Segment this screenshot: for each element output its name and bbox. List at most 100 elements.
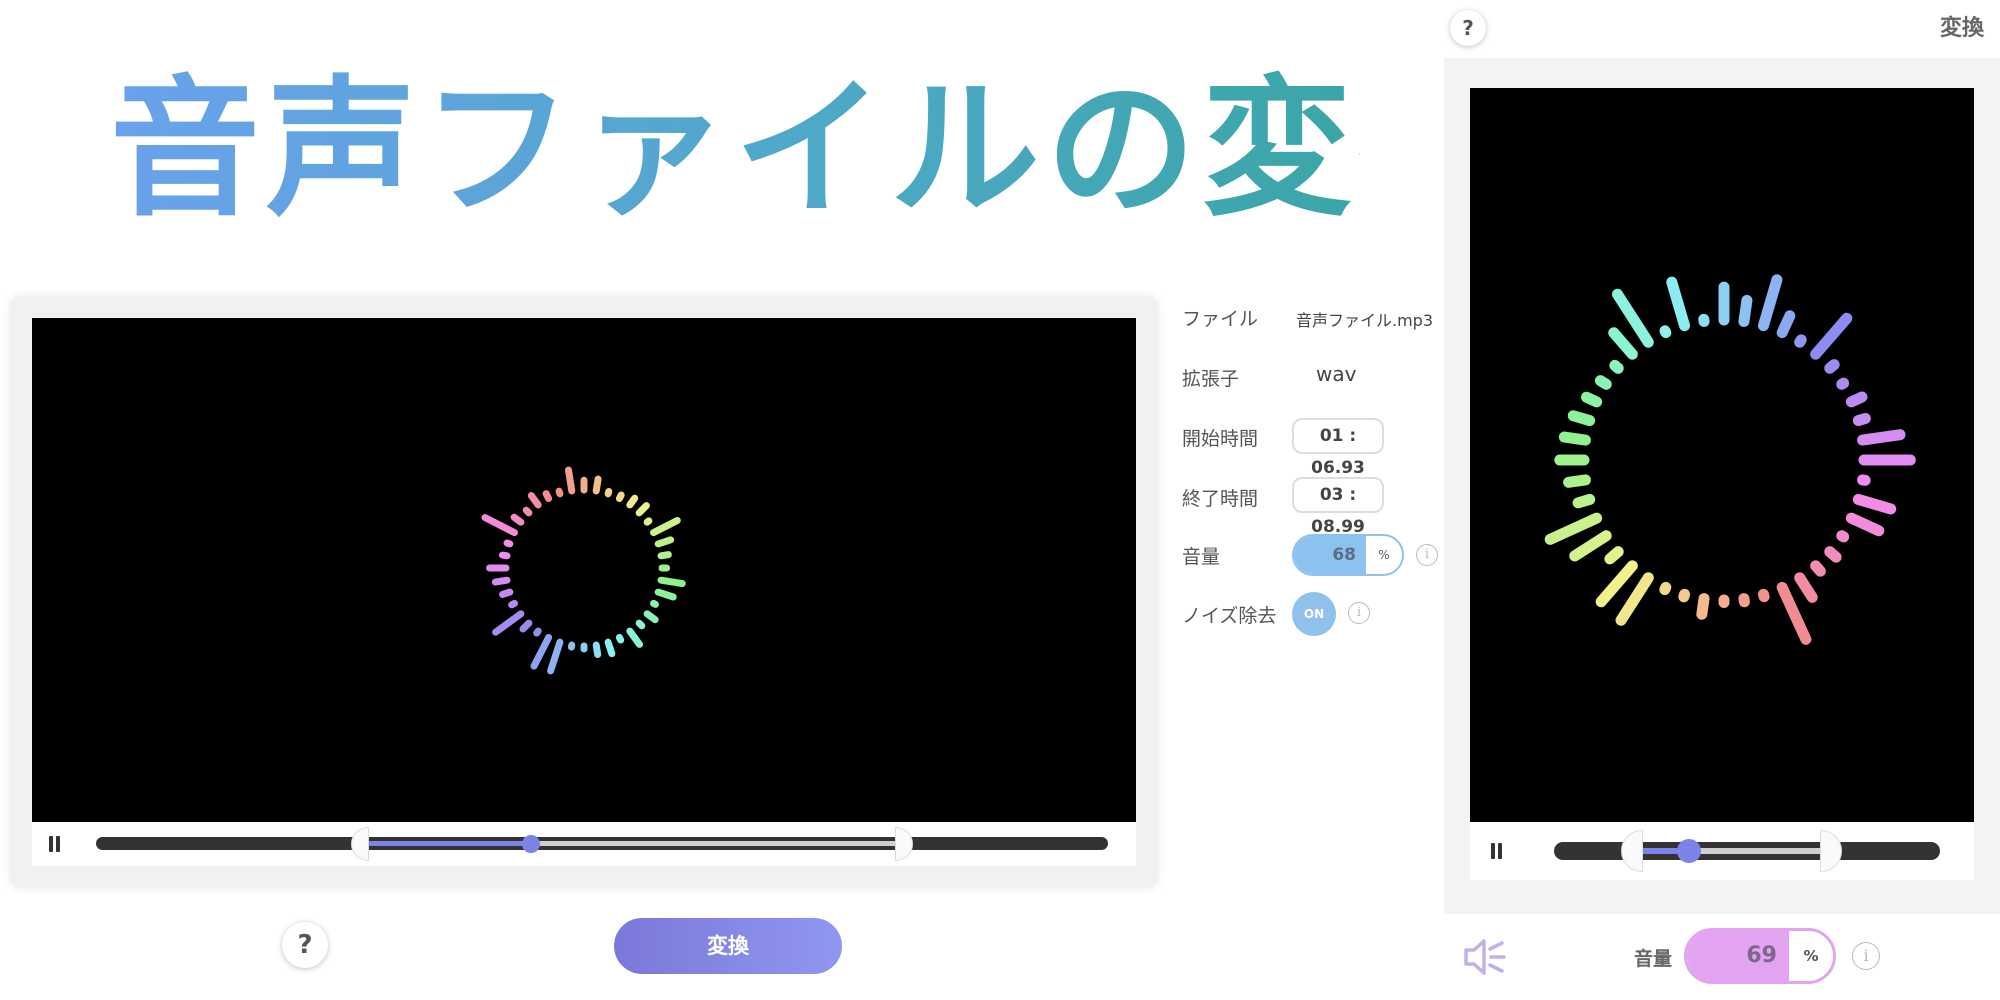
visualizer-bar (481, 514, 519, 537)
visualizer-bar (1604, 546, 1624, 565)
visualizer-bar (1659, 325, 1672, 339)
visualizer-bar (1567, 410, 1596, 427)
visualizer-bar (1569, 530, 1612, 562)
visualizer-bar (1757, 274, 1783, 332)
help-icon[interactable]: ? (282, 922, 328, 968)
side-audio-visualizer (1544, 274, 1916, 645)
volume-info-icon[interactable]: i (1416, 544, 1438, 566)
side-volume-input[interactable]: 69 % (1684, 928, 1836, 984)
visualizer-bar (1824, 359, 1840, 374)
visualizer-bar (592, 641, 602, 659)
visualizer-bar (555, 487, 564, 498)
side-pause-icon[interactable] (1490, 843, 1504, 859)
visualizer-bar (626, 627, 644, 648)
noise-removal-toggle[interactable]: ON (1292, 592, 1336, 636)
visualizer-bar (1738, 294, 1753, 327)
side-volume-value: 69 (1687, 931, 1789, 981)
visualizer-bar (508, 599, 519, 609)
end-time-input[interactable]: 03 : 08.99 (1292, 477, 1384, 537)
visualizer-bar (1572, 493, 1596, 509)
visualizer-bar (1558, 431, 1591, 446)
visualizer-bar (1794, 334, 1807, 348)
visualizer-bar (503, 539, 514, 548)
visualizer-bar (635, 502, 650, 517)
visualizer-bar (654, 588, 677, 601)
visualizer-bar (1615, 572, 1654, 626)
playhead-knob[interactable] (522, 835, 541, 853)
visualizer-bar (510, 513, 525, 526)
pause-icon[interactable] (48, 836, 62, 852)
visualizer-bar (1563, 474, 1591, 488)
visualizer-bar (547, 638, 564, 675)
volume-label: 音量 (1182, 546, 1221, 568)
visualizer-bar (592, 475, 602, 495)
visualizer-bar (498, 551, 511, 560)
visualizer-bar (643, 517, 653, 526)
visualizer-bar (657, 576, 686, 588)
playback-progress (369, 841, 532, 846)
visualizer-bar (643, 610, 659, 624)
side-help-icon[interactable]: ? (1450, 10, 1486, 46)
visualizer-bar (604, 638, 616, 658)
visualizer-bar (604, 488, 613, 498)
extension-select[interactable]: wav (1316, 362, 1356, 386)
visualizer-bar (1845, 391, 1868, 408)
side-playhead-knob[interactable] (1677, 839, 1702, 863)
visualizer-bar (491, 576, 511, 586)
visualizer-bar (533, 627, 542, 637)
visualizer-bar (522, 506, 533, 517)
visualizer-bar (626, 494, 639, 509)
side-panel-title: 変換 (1939, 16, 1984, 41)
visualizer-bar (1776, 310, 1796, 339)
side-video-preview[interactable] (1470, 88, 1974, 822)
end-time-label: 終了時間 (1182, 488, 1259, 510)
visualizer-bar (1594, 375, 1612, 390)
visualizer-bar (1836, 530, 1850, 543)
visualizer-bar (1581, 391, 1603, 408)
side-trim-start-handle[interactable] (1620, 830, 1643, 872)
trim-start-handle[interactable] (351, 827, 370, 861)
visualizer-bar (615, 633, 625, 644)
side-player-controls (1470, 822, 1974, 880)
convert-button[interactable]: 変換 (614, 918, 842, 974)
start-time-input[interactable]: 01 : 06.93 (1292, 418, 1384, 478)
visualizer-bar (1696, 593, 1710, 620)
visualizer-bar (1824, 546, 1842, 563)
visualizer-bar (1757, 588, 1770, 603)
noise-removal-label: ノイズ除去 (1182, 605, 1277, 627)
volume-input[interactable]: 68 % (1292, 534, 1404, 576)
visualizer-bar (1608, 327, 1638, 360)
visualizer-bar (657, 551, 672, 560)
trim-end-handle[interactable] (895, 827, 914, 861)
visualizer-bar (1836, 377, 1850, 390)
side-trim-end-handle[interactable] (1820, 830, 1843, 872)
visualizer-bar (1810, 560, 1826, 577)
start-time-label: 開始時間 (1182, 428, 1259, 450)
visualizer-bar (527, 492, 542, 509)
visualizer-bar (1852, 412, 1871, 427)
player-controls (32, 822, 1136, 866)
visualizer-bar (1544, 512, 1603, 545)
visualizer-bar (654, 536, 675, 548)
visualizer-bar (492, 610, 525, 636)
visualizer-bar (1678, 588, 1691, 603)
side-volume-info-icon[interactable]: i (1852, 942, 1880, 970)
visualizer-bar (530, 633, 553, 670)
visualizer-bar (635, 619, 646, 630)
volume-value: 68 (1294, 536, 1366, 574)
visualizer-bar (499, 588, 514, 598)
volume-unit: % (1366, 536, 1402, 574)
visualizer-bar (1845, 512, 1885, 537)
noise-info-icon[interactable]: i (1348, 602, 1370, 624)
video-preview[interactable] (32, 318, 1136, 822)
side-panel-header: ? 変換 (1444, 0, 2000, 56)
side-volume-unit: % (1789, 931, 1833, 981)
visualizer-bar (564, 466, 576, 495)
visualizer-bar (1857, 429, 1906, 446)
visualizer-bar (615, 491, 625, 503)
visualizer-bar (1776, 581, 1812, 645)
visualizer-bar (1659, 581, 1672, 596)
audio-visualizer (481, 466, 686, 675)
speaker-icon[interactable] (1458, 932, 1508, 982)
visualizer-bar (1609, 359, 1624, 374)
